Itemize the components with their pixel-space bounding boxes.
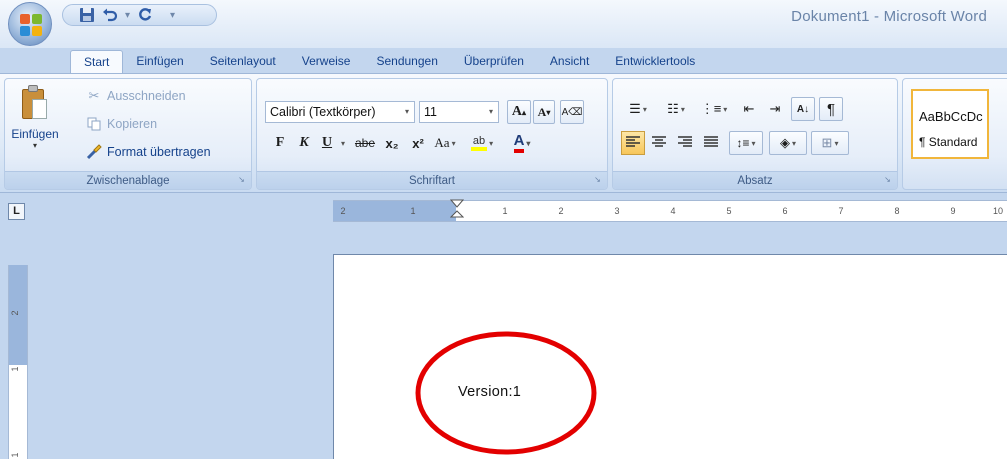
red-circle-annotation	[415, 331, 597, 455]
